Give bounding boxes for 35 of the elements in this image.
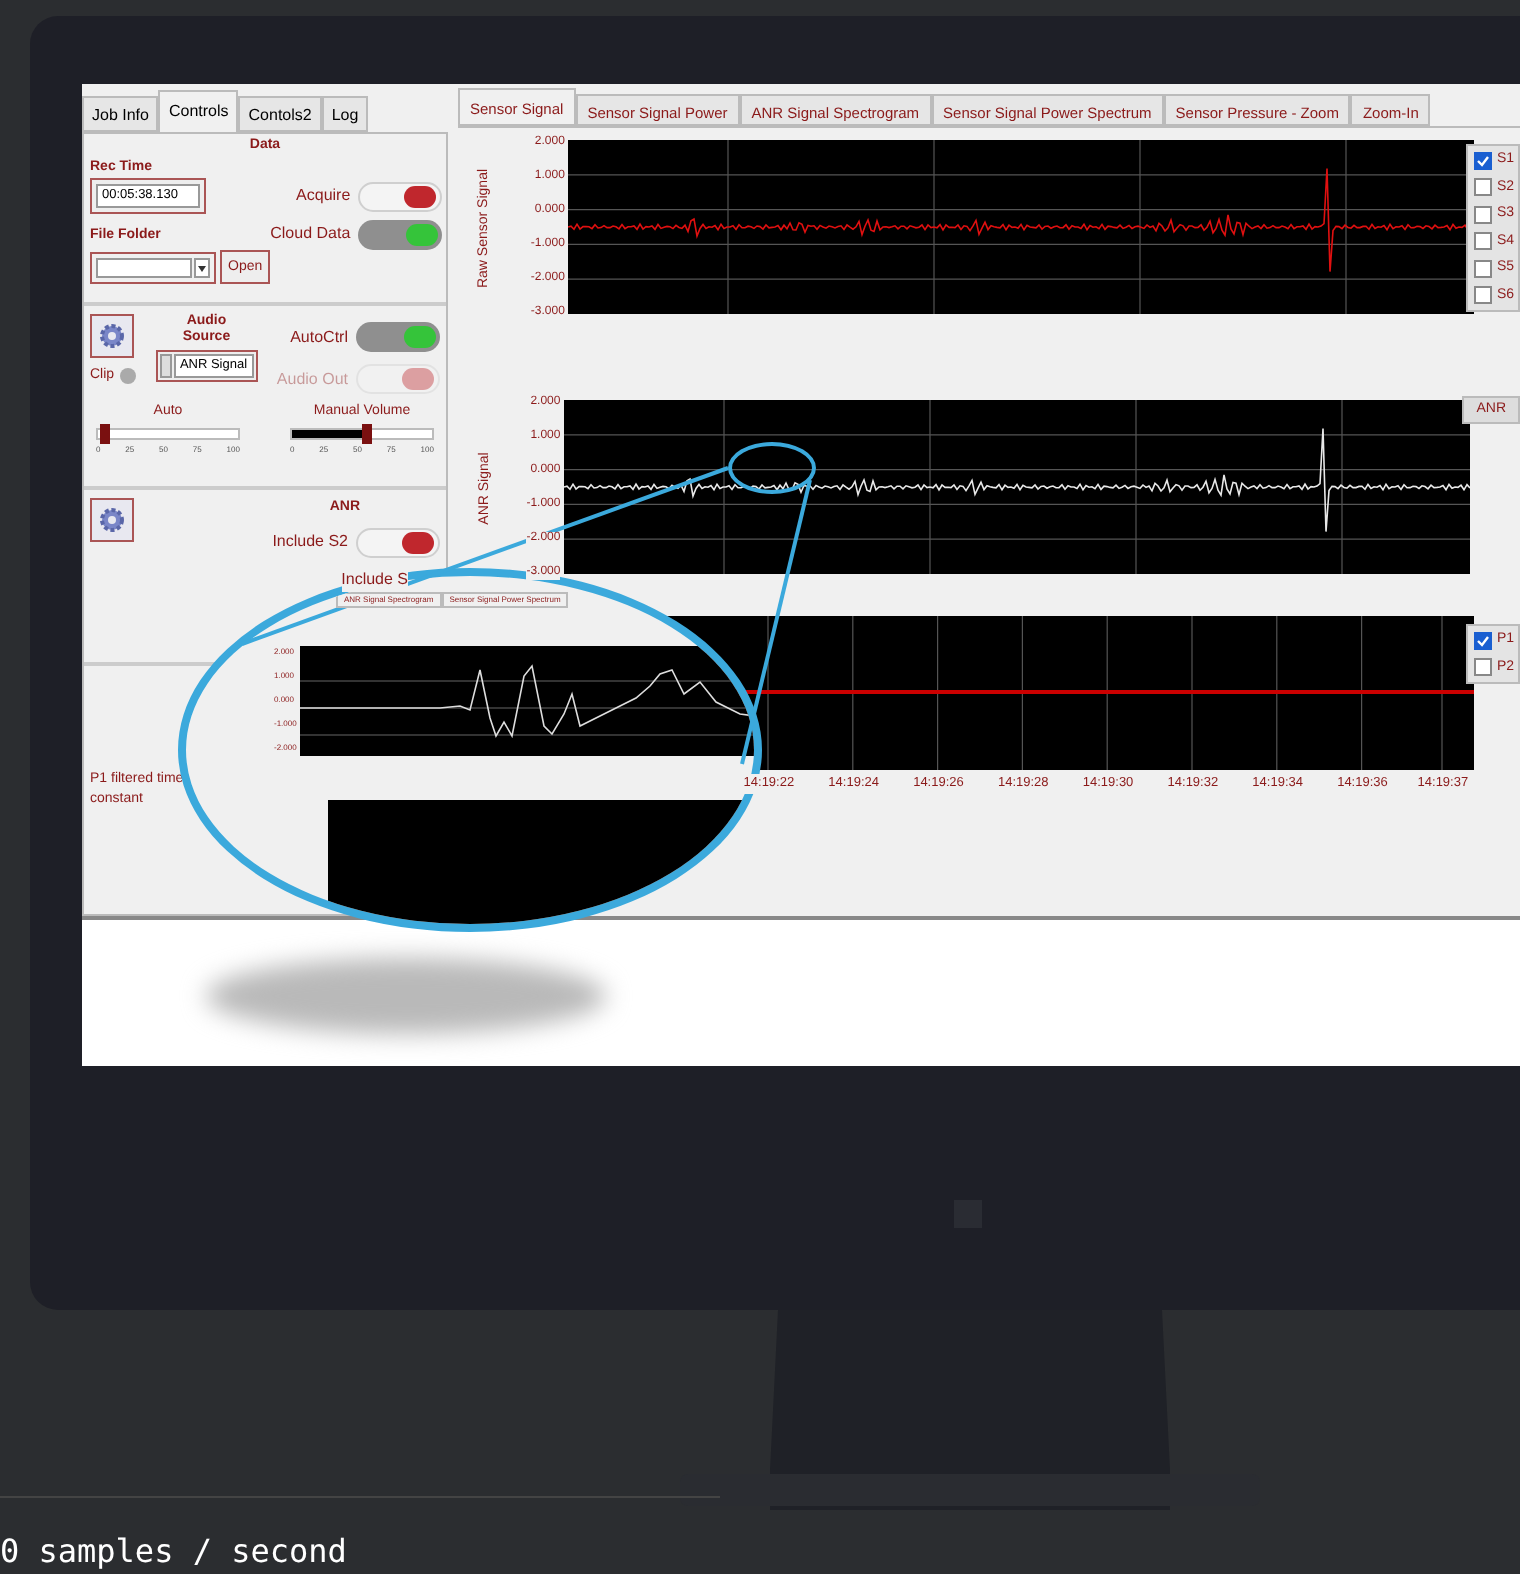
volume-slider[interactable] bbox=[290, 427, 434, 439]
toggle-label: Include S bbox=[341, 567, 408, 591]
toggle-label: Audio Out bbox=[276, 367, 348, 391]
folder-dropdown[interactable] bbox=[90, 251, 216, 284]
highlight-ellipse bbox=[728, 442, 816, 494]
settings-icon bbox=[96, 320, 128, 352]
checkbox[interactable] bbox=[1474, 205, 1493, 224]
slider-thumb[interactable] bbox=[362, 423, 372, 443]
checkbox[interactable] bbox=[1474, 232, 1493, 251]
toggle-switch[interactable] bbox=[358, 219, 443, 249]
settings-button[interactable] bbox=[90, 314, 134, 358]
tab[interactable]: Controls bbox=[158, 90, 239, 132]
settings-icon bbox=[96, 504, 128, 536]
toggle-switch[interactable] bbox=[355, 322, 440, 352]
toggle-label: Include S2 bbox=[272, 530, 348, 554]
checkbox[interactable] bbox=[1474, 286, 1493, 305]
volume-slider[interactable] bbox=[96, 427, 240, 439]
tab[interactable]: Log bbox=[321, 96, 369, 132]
toggle-label: Acquire bbox=[296, 184, 351, 208]
checkbox[interactable] bbox=[1474, 259, 1493, 278]
folder-field[interactable] bbox=[96, 257, 192, 278]
toggle-switch[interactable] bbox=[356, 527, 440, 557]
tab[interactable]: Contols2 bbox=[238, 96, 322, 132]
toggle-label: AutoCtrl bbox=[290, 325, 348, 349]
slider-thumb[interactable] bbox=[100, 423, 111, 443]
sample-rate-text: 0 samples / second bbox=[0, 1532, 347, 1570]
toggle-switch[interactable] bbox=[358, 181, 443, 211]
checkbox[interactable] bbox=[1474, 658, 1493, 677]
checkbox[interactable] bbox=[1474, 151, 1493, 170]
checkbox[interactable] bbox=[1474, 178, 1493, 197]
tab[interactable]: Job Info bbox=[82, 96, 159, 132]
toggle-label: Cloud Data bbox=[270, 222, 351, 246]
settings-button[interactable] bbox=[90, 498, 134, 542]
checkbox[interactable] bbox=[1474, 631, 1493, 650]
clip-indicator bbox=[120, 368, 137, 385]
